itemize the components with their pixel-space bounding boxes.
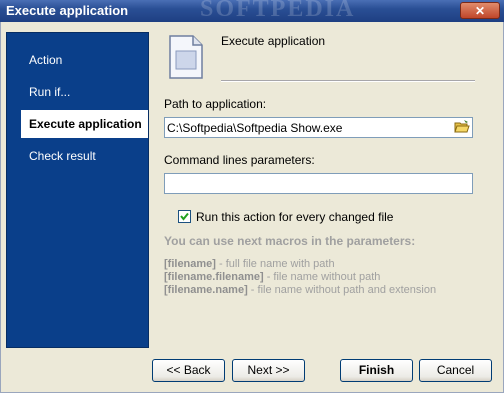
run-each-label: Run this action for every changed file (196, 210, 394, 224)
check-icon (180, 212, 189, 221)
window-title: Execute application (6, 3, 129, 18)
path-value: C:\Softpedia\Softpedia Show.exe (167, 121, 343, 135)
folder-open-icon[interactable] (454, 119, 470, 135)
macro-filename: [filename] - full file name with path (164, 258, 335, 270)
params-input[interactable] (164, 173, 473, 194)
close-icon: ✕ (474, 3, 486, 18)
header-divider (221, 80, 475, 82)
title-bar[interactable]: Execute application SOFTPEDIA ✕ (0, 0, 504, 22)
sidebar: Action Run if... Execute application Che… (6, 32, 149, 348)
sidebar-item-execute-application[interactable]: Execute application (21, 110, 148, 138)
sidebar-item-run-if[interactable]: Run if... (7, 78, 148, 106)
params-label: Command lines parameters: (164, 153, 315, 167)
macro-desc: - file name without path (263, 271, 381, 283)
sidebar-item-check-result[interactable]: Check result (7, 142, 148, 170)
close-button[interactable]: ✕ (460, 2, 500, 19)
watermark: SOFTPEDIA (200, 0, 356, 22)
path-input[interactable]: C:\Softpedia\Softpedia Show.exe (164, 117, 473, 138)
sidebar-item-action[interactable]: Action (7, 46, 148, 74)
page-title: Execute application (221, 34, 326, 48)
finish-button[interactable]: Finish (340, 359, 413, 382)
macro-name: [filename] (164, 258, 216, 270)
macro-name: [filename.name] (164, 284, 248, 296)
macro-filename-filename: [filename.filename] - file name without … (164, 271, 380, 283)
run-each-checkbox[interactable] (178, 210, 191, 223)
macro-desc: - file name without path and extension (247, 284, 437, 296)
next-button[interactable]: Next >> (232, 359, 305, 382)
macro-name: [filename.filename] (164, 271, 264, 283)
path-label: Path to application: (164, 97, 267, 111)
macros-title: You can use next macros in the parameter… (164, 234, 416, 248)
macro-desc: - full file name with path (215, 258, 335, 270)
macro-filename-name: [filename.name] - file name without path… (164, 284, 436, 296)
back-button[interactable]: << Back (152, 359, 225, 382)
cancel-button[interactable]: Cancel (419, 359, 492, 382)
document-icon (168, 35, 204, 79)
